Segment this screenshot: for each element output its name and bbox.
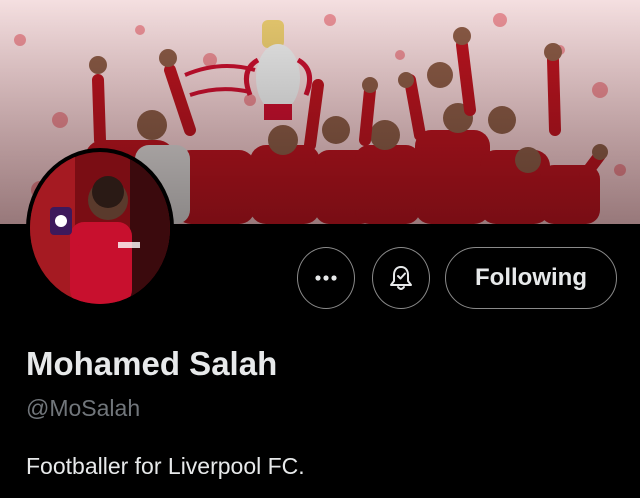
bell-notification-icon <box>390 266 412 290</box>
more-options-button[interactable] <box>297 247 355 309</box>
profile-header: Following Mohamed Salah @MoSalah Footbal… <box>0 0 640 498</box>
profile-bio: Footballer for Liverpool FC. <box>26 453 305 479</box>
following-label: Following <box>475 264 587 291</box>
more-options-icon <box>315 275 337 281</box>
user-handle: @MoSalah <box>26 395 141 421</box>
profile-avatar[interactable] <box>26 148 174 308</box>
following-button[interactable]: Following <box>445 247 617 309</box>
avatar-photo <box>30 152 170 304</box>
display-name: Mohamed Salah <box>26 345 278 382</box>
notifications-button[interactable] <box>372 247 430 309</box>
